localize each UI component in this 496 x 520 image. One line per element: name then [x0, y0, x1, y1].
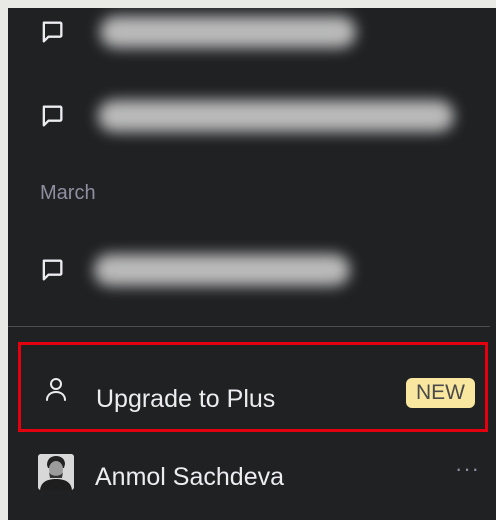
sidebar-panel: March Upgrade to Plus NEW Anmol Sachdeva…	[8, 8, 496, 520]
upgrade-label: Upgrade to Plus	[96, 385, 276, 413]
avatar	[38, 454, 74, 490]
chat-bubble-icon	[38, 256, 66, 284]
chat-history-item[interactable]	[8, 8, 488, 56]
chat-title-redacted	[98, 100, 454, 132]
chat-history-item[interactable]	[8, 246, 488, 294]
chat-title-redacted	[94, 254, 350, 286]
upgrade-to-plus-button[interactable]: Upgrade to Plus NEW	[18, 342, 488, 432]
user-icon	[45, 377, 67, 401]
chat-title-redacted	[100, 16, 356, 48]
divider	[8, 326, 490, 327]
user-profile-button[interactable]: Anmol Sachdeva ···	[18, 442, 488, 506]
chat-history-item[interactable]	[8, 92, 488, 140]
ellipsis-icon[interactable]: ···	[455, 456, 480, 482]
profile-name: Anmol Sachdeva	[95, 463, 285, 491]
chat-bubble-icon	[38, 102, 66, 130]
new-badge: NEW	[406, 378, 475, 408]
section-label-march: March	[40, 182, 96, 204]
chat-bubble-icon	[38, 18, 66, 46]
